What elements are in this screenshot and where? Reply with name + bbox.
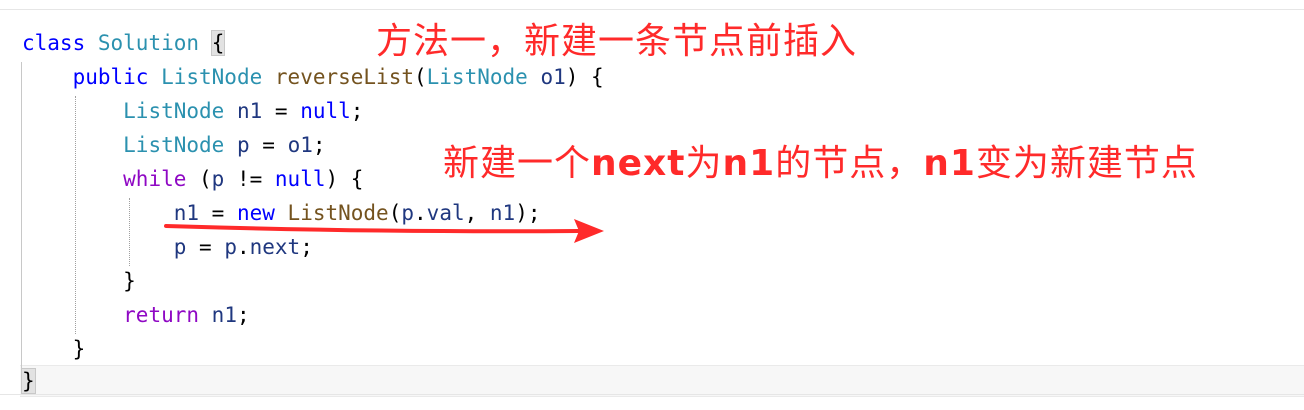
code-line-5[interactable]: while (p != null) { — [22, 162, 363, 196]
keyword-null: null — [300, 99, 351, 123]
keyword-return: return — [123, 303, 200, 327]
assign-op: = — [262, 99, 301, 123]
var-p: p — [211, 167, 225, 191]
annotation-note-part1: 新建一个 — [443, 143, 592, 184]
while-brace-close: } — [123, 269, 136, 293]
comma: , — [464, 201, 490, 225]
code-line-1[interactable]: class Solution { — [22, 26, 226, 60]
annotation-note-part3: 的节点， — [775, 143, 924, 184]
keyword-new: new — [236, 201, 275, 225]
constructor-call: ListNode — [287, 201, 389, 225]
assign-op: = — [199, 201, 237, 225]
return-type: ListNode — [161, 65, 263, 89]
local-var-n1: n1 — [236, 99, 263, 123]
annotation-note-bold-n1: n1 — [722, 143, 776, 184]
annotation-note-bold-n1-second: n1 — [923, 143, 976, 184]
keyword-class: class — [22, 31, 86, 55]
semicolon: ; — [236, 303, 250, 327]
var-p: p — [173, 235, 187, 259]
paren-close-brace: ) { — [325, 167, 364, 191]
editor-top-border — [0, 9, 1304, 10]
param-type: ListNode — [426, 65, 528, 89]
matched-brace-open: { — [210, 30, 226, 56]
var-p: p — [224, 235, 237, 259]
annotation-note: 新建一个next为n1的节点，n1变为新建节点 — [443, 140, 1198, 188]
dot: . — [414, 201, 427, 225]
keyword-null: null — [274, 167, 326, 191]
var-n1: n1 — [489, 201, 516, 225]
annotation-note-part2: 为 — [685, 143, 723, 184]
matched-brace-close: } — [21, 368, 36, 394]
editor-bottom-border — [0, 394, 1304, 395]
semicolon: ; — [300, 235, 313, 259]
var-p: p — [401, 201, 415, 225]
code-line-10[interactable]: } — [22, 332, 86, 366]
current-line-highlight — [20, 365, 1304, 397]
annotation-note-part4: 变为新建节点 — [975, 143, 1198, 184]
class-name: Solution — [97, 31, 200, 55]
not-equal-op: != — [224, 167, 275, 191]
code-editor[interactable]: class Solution { public ListNode reverse… — [0, 0, 1304, 410]
local-var-p: p — [236, 133, 250, 157]
dot: . — [236, 235, 250, 259]
method-brace-close: } — [72, 337, 86, 361]
method-name: reverseList — [274, 65, 414, 89]
var-n1: n1 — [173, 201, 200, 225]
arrow-head — [574, 219, 604, 243]
param-name: o1 — [540, 65, 566, 89]
code-line-8[interactable]: } — [22, 264, 136, 298]
field-next: next — [249, 235, 301, 259]
semicolon: ; — [350, 99, 364, 123]
annotation-title: 方法一，新建一条节点前插入 — [376, 21, 858, 62]
code-line-4[interactable]: ListNode p = o1; — [22, 128, 326, 162]
field-val: val — [426, 201, 465, 225]
param-ref-o1: o1 — [287, 133, 313, 157]
code-line-7[interactable]: p = p.next; — [22, 230, 313, 264]
keyword-public: public — [72, 65, 149, 89]
paren-close-brace: ) { — [565, 65, 604, 89]
paren-close-semicolon: ); — [515, 201, 541, 225]
code-line-11[interactable]: } — [21, 364, 36, 398]
assign-op: = — [186, 235, 225, 259]
code-line-6[interactable]: n1 = new ListNode(p.val, n1); — [22, 196, 541, 230]
code-line-9[interactable]: return n1; — [22, 298, 250, 332]
code-line-3[interactable]: ListNode n1 = null; — [22, 94, 363, 128]
local-type: ListNode — [123, 99, 225, 123]
semicolon: ; — [312, 133, 326, 157]
paren-open: ( — [186, 167, 212, 191]
keyword-while: while — [123, 167, 187, 191]
paren-open: ( — [413, 65, 427, 89]
var-n1: n1 — [211, 303, 237, 327]
assign-op: = — [249, 133, 288, 157]
paren-open: ( — [388, 201, 402, 225]
local-type: ListNode — [123, 133, 225, 157]
annotation-note-bold-next: next — [591, 143, 686, 184]
